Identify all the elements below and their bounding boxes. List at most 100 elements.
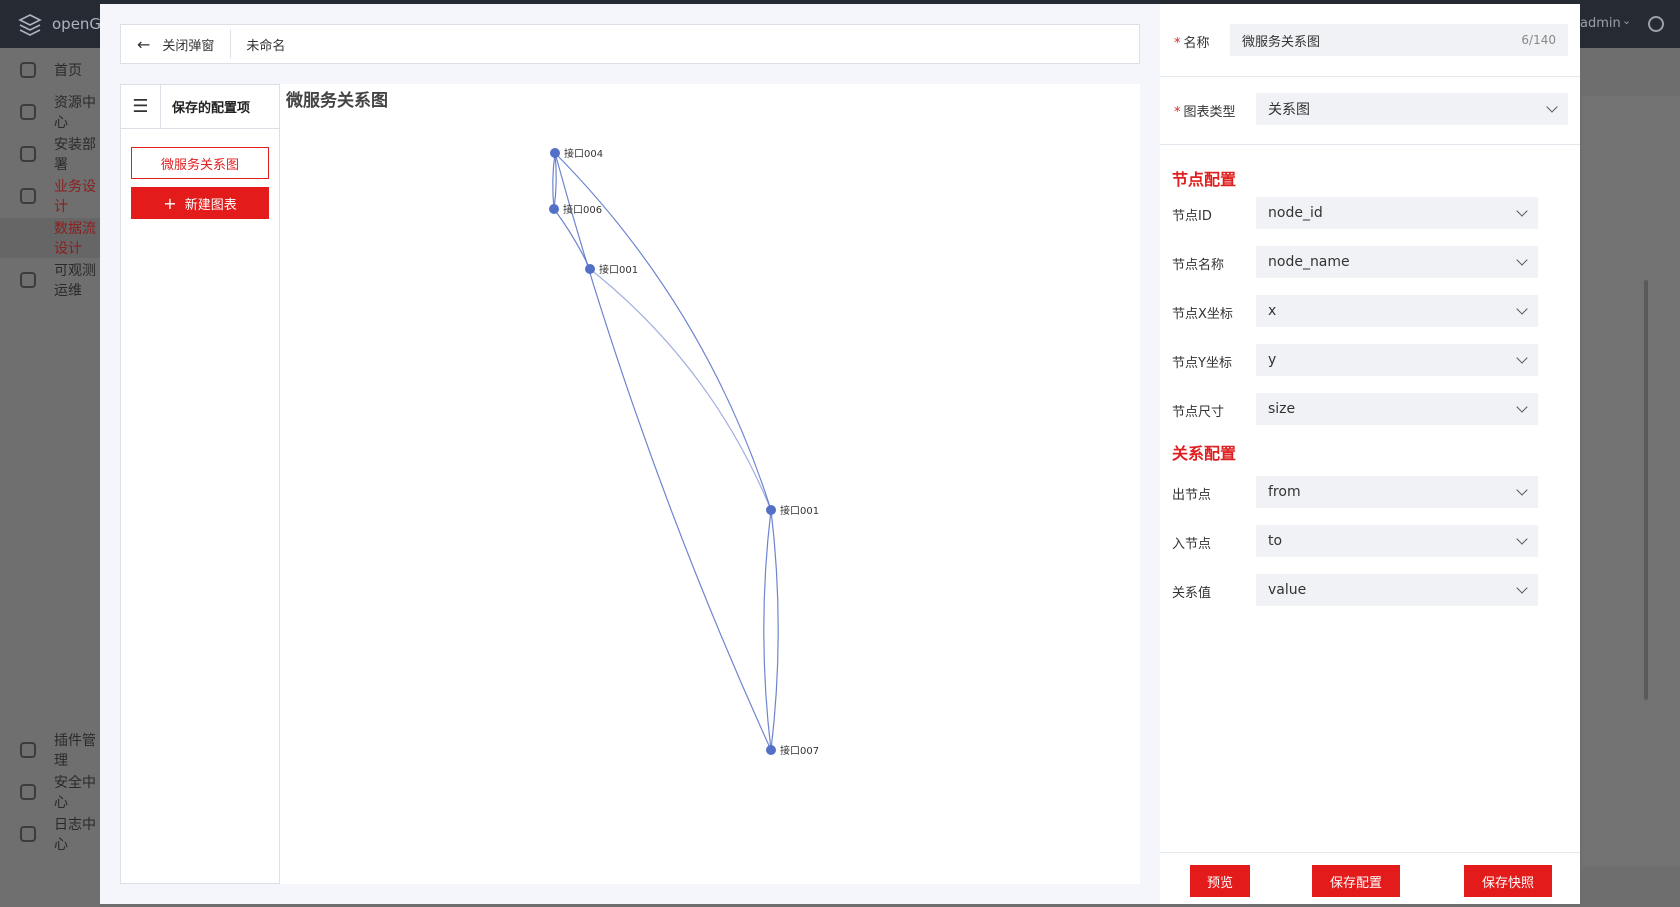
field-label: 入节点 bbox=[1172, 537, 1212, 552]
chevron-down-icon[interactable]: ⌄ bbox=[1622, 14, 1631, 27]
chart-type-row: * 图表类型 关系图 bbox=[1160, 77, 1580, 145]
sidebar-item[interactable]: 首页 bbox=[0, 50, 100, 90]
background-panel bbox=[1582, 96, 1680, 866]
chevron-down-icon bbox=[1516, 303, 1528, 315]
name-value: 微服务关系图 bbox=[1242, 34, 1321, 50]
sidebar-item-label: 安装部署 bbox=[54, 137, 96, 173]
arrow-left-icon: ← bbox=[137, 34, 151, 54]
field-label: 节点X坐标 bbox=[1172, 307, 1233, 322]
close-modal-button[interactable]: ← 关闭弹窗 bbox=[121, 25, 230, 63]
field-select[interactable]: y bbox=[1256, 344, 1538, 376]
chart-type-select[interactable]: 关系图 bbox=[1256, 93, 1568, 125]
graph-node-label: 接口004 bbox=[564, 147, 603, 160]
field-label: 关系值 bbox=[1172, 586, 1212, 601]
sidebar-item[interactable]: 安装部署 bbox=[0, 134, 100, 174]
chevron-down-icon bbox=[1516, 582, 1528, 594]
nav-icon bbox=[20, 188, 36, 204]
theme-toggle-icon[interactable] bbox=[1648, 16, 1664, 32]
preview-button[interactable]: 预览 bbox=[1190, 865, 1250, 897]
save-snapshot-button[interactable]: 保存快照 bbox=[1464, 865, 1552, 897]
chevron-down-icon bbox=[1516, 205, 1528, 217]
modal-left-pane: ← 关闭弹窗 未命名 ☰ 保存的配置项 微服务关系图 + 新建图表 接口004 接… bbox=[100, 4, 1160, 904]
relation-graph: 接口004 接口006 接口001 接口001 接口007 bbox=[549, 147, 819, 757]
sidebar-item-label: 可观测运维 bbox=[54, 263, 96, 299]
field-select-value: size bbox=[1268, 401, 1296, 417]
graph-node[interactable] bbox=[766, 745, 776, 755]
name-row: * 名称 微服务关系图 6/140 bbox=[1160, 4, 1580, 77]
field-label: 节点ID bbox=[1172, 209, 1212, 224]
document-title: 未命名 bbox=[246, 38, 286, 54]
sidebar-item[interactable]: 插件管理 bbox=[0, 730, 100, 770]
name-label: * 名称 bbox=[1174, 36, 1210, 51]
chart-type-label: * 图表类型 bbox=[1174, 105, 1236, 120]
graph-node[interactable] bbox=[585, 264, 595, 274]
sidebar-item[interactable]: 日志中心 bbox=[0, 814, 100, 854]
config-footer: 预览 保存配置 保存快照 bbox=[1160, 852, 1580, 904]
chevron-down-icon bbox=[1516, 484, 1528, 496]
chevron-down-icon bbox=[1516, 254, 1528, 266]
nav-icon bbox=[20, 62, 36, 78]
field-select[interactable]: value bbox=[1256, 574, 1538, 606]
save-config-button[interactable]: 保存配置 bbox=[1312, 865, 1400, 897]
nav-icon bbox=[20, 146, 36, 162]
field-select[interactable]: x bbox=[1256, 295, 1538, 327]
saved-config-title: 保存的配置项 bbox=[172, 101, 251, 116]
nav-icon bbox=[20, 784, 36, 800]
graph-node-label: 接口006 bbox=[563, 203, 602, 216]
graph-edge bbox=[589, 268, 772, 511]
collapse-menu-icon[interactable]: ☰ bbox=[121, 84, 161, 129]
graph-node-label: 接口001 bbox=[599, 263, 638, 276]
sidebar-item-label: 日志中心 bbox=[54, 817, 96, 853]
chart-title: 微服务关系图 bbox=[286, 91, 388, 111]
saved-config-item[interactable]: 微服务关系图 bbox=[131, 147, 269, 179]
nav-icon bbox=[20, 742, 36, 758]
sidebar-item-label: 首页 bbox=[54, 63, 82, 79]
field-select-value: from bbox=[1268, 484, 1301, 500]
field-select[interactable]: to bbox=[1256, 525, 1538, 557]
nav-icon bbox=[20, 104, 36, 120]
graph-node-label: 接口007 bbox=[780, 744, 819, 757]
field-select[interactable]: node_id bbox=[1256, 197, 1538, 229]
app-logo-icon bbox=[18, 14, 42, 36]
saved-config-header: ☰ 保存的配置项 bbox=[121, 84, 279, 129]
background-scrollbar[interactable] bbox=[1644, 280, 1648, 700]
field-select[interactable]: size bbox=[1256, 393, 1538, 425]
field-select-value: x bbox=[1268, 303, 1277, 319]
relation-section-title: 关系配置 bbox=[1172, 444, 1237, 463]
field-select-value: value bbox=[1268, 582, 1307, 598]
sidebar-item[interactable]: 可观测运维 bbox=[0, 260, 100, 300]
new-chart-label: 新建图表 bbox=[184, 197, 237, 213]
chevron-down-icon bbox=[1516, 533, 1528, 545]
nav-icon bbox=[20, 826, 36, 842]
new-chart-button[interactable]: + 新建图表 bbox=[131, 187, 269, 219]
graph-node[interactable] bbox=[549, 204, 559, 214]
config-panel: * 名称 微服务关系图 6/140 * 图表类型 关系图 节点配置 节点ID node… bbox=[1160, 4, 1580, 904]
field-label: 节点Y坐标 bbox=[1172, 356, 1232, 371]
graph-edge bbox=[554, 152, 772, 751]
graph-edge bbox=[763, 509, 772, 751]
field-select-value: y bbox=[1268, 352, 1277, 368]
field-label: 出节点 bbox=[1172, 488, 1212, 503]
chart-preview: 接口004 接口006 接口001 接口001 接口007 微服务关系图 bbox=[280, 84, 1140, 884]
user-menu[interactable]: admin bbox=[1580, 16, 1621, 31]
graph-edge bbox=[770, 509, 779, 751]
sidebar-item-label: 插件管理 bbox=[54, 733, 96, 769]
name-input[interactable]: 微服务关系图 6/140 bbox=[1230, 24, 1568, 56]
sidebar-item[interactable]: 业务设计 bbox=[0, 176, 100, 216]
graph-node[interactable] bbox=[550, 148, 560, 158]
graph-node[interactable] bbox=[766, 505, 776, 515]
sidebar-item-label: 资源中心 bbox=[54, 95, 96, 131]
saved-config-panel: ☰ 保存的配置项 微服务关系图 + 新建图表 bbox=[120, 84, 280, 884]
node-section-title: 节点配置 bbox=[1172, 170, 1237, 189]
modal-topbar: ← 关闭弹窗 未命名 bbox=[120, 24, 1140, 64]
sidebar-item[interactable]: 资源中心 bbox=[0, 92, 100, 132]
chevron-down-icon bbox=[1516, 401, 1528, 413]
field-select[interactable]: from bbox=[1256, 476, 1538, 508]
field-select[interactable]: node_name bbox=[1256, 246, 1538, 278]
field-select-value: node_name bbox=[1268, 254, 1350, 270]
chevron-down-icon bbox=[1516, 352, 1528, 364]
sidebar-item[interactable]: 数据流设计 bbox=[0, 218, 100, 258]
nav-icon bbox=[20, 272, 36, 288]
sidebar-item[interactable]: 安全中心 bbox=[0, 772, 100, 812]
field-select-value: to bbox=[1268, 533, 1283, 549]
